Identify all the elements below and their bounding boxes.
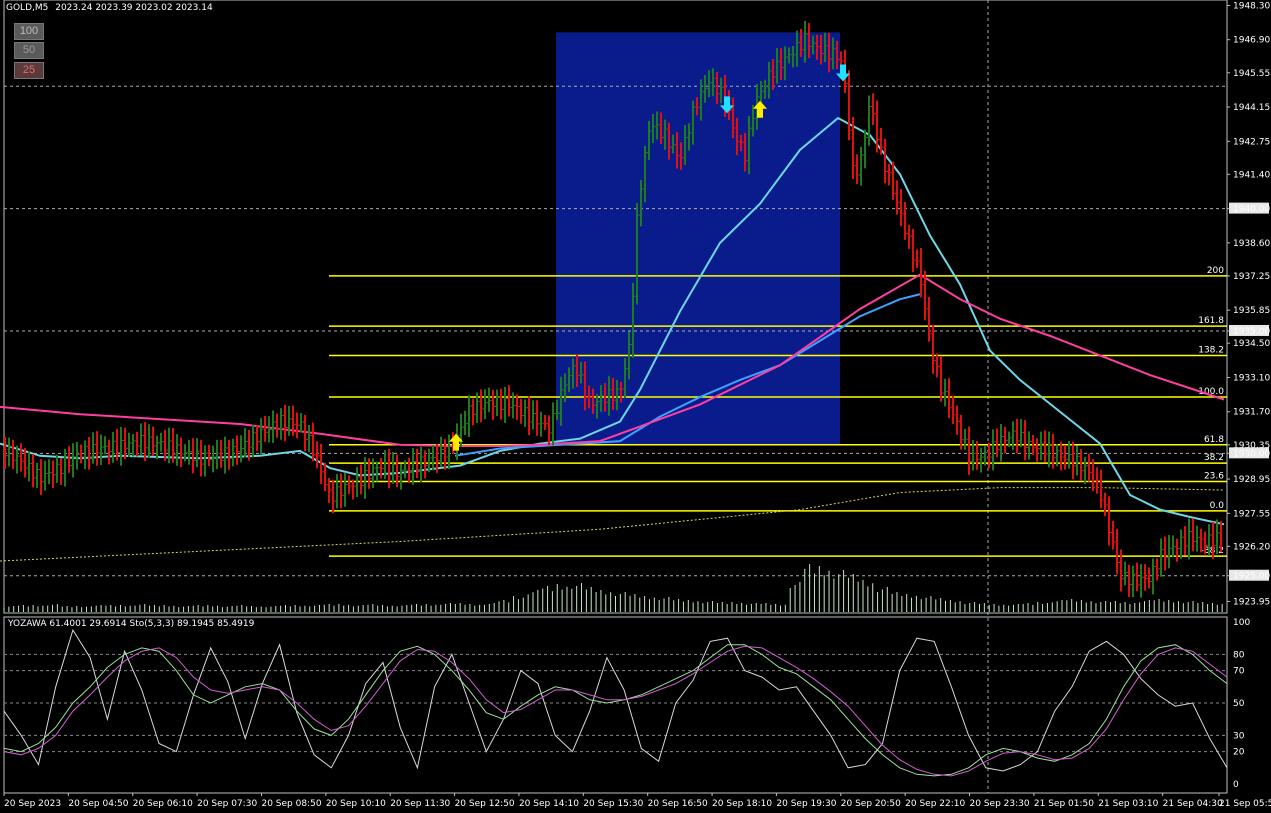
time-axis-label: 20 Sep 19:30: [776, 799, 836, 809]
price-axis-label: 1928.95: [1233, 475, 1270, 485]
time-axis-label: 20 Sep 11:30: [390, 799, 450, 809]
time-axis-label: 20 Sep 15:30: [583, 799, 643, 809]
price-axis-label: 1938.60: [1233, 239, 1270, 249]
price-axis-label: 1923.95: [1233, 597, 1270, 607]
price-axis-label: 1927.55: [1233, 509, 1270, 519]
time-axis-label: 20 Sep 20:50: [841, 799, 901, 809]
price-axis-label: 1942.75: [1233, 137, 1270, 147]
zoom-button-50[interactable]: 50: [14, 42, 44, 59]
price-axis-label: 1944.15: [1233, 103, 1270, 113]
indicator-title: YOZAWA 61.4001 29.6914 Sto(5,3,3) 89.194…: [8, 619, 255, 629]
oscillator-axis-label: 20: [1233, 748, 1245, 758]
time-axis-label: 21 Sep 03:10: [1098, 799, 1158, 809]
time-axis-label: 20 Sep 12:50: [455, 799, 515, 809]
fib-level-label: 200: [1207, 266, 1224, 276]
price-axis-label: 1935.00: [1233, 327, 1270, 337]
oscillator-axis-label: 70: [1233, 667, 1245, 677]
ohlc-values: 2023.24 2023.39 2023.02 2023.14: [55, 3, 213, 13]
fib-level-label: 161.8: [1198, 316, 1224, 326]
highlight-zone: [556, 32, 840, 445]
time-axis-label: 20 Sep 06:10: [133, 799, 193, 809]
price-axis-label: 1941.40: [1233, 170, 1270, 180]
chart-header: GOLD,M5 2023.24 2023.39 2023.02 2023.14: [6, 3, 213, 13]
time-axis-label: 20 Sep 2023: [4, 799, 61, 809]
time-axis-label: 20 Sep 23:30: [970, 799, 1030, 809]
moving-average-yellow-dashed: [0, 487, 1225, 562]
oscillator-line-2: [3, 645, 1228, 777]
symbol-timeframe: GOLD,M5: [6, 3, 49, 13]
time-axis-label: 20 Sep 10:10: [326, 799, 386, 809]
price-axis-label: 1925.00: [1233, 572, 1270, 582]
price-axis-label: 1930.00: [1233, 449, 1270, 459]
price-axis-label: 1946.90: [1233, 36, 1270, 46]
oscillator-axis-label: 50: [1233, 699, 1245, 709]
trading-chart[interactable]: 200161.8138.2100.061.838.223.60.0-38.219…: [0, 0, 1271, 813]
fib-level-label: 38.2: [1204, 453, 1224, 463]
time-axis-label: 20 Sep 22:10: [905, 799, 965, 809]
oscillator-axis-label: 100: [1233, 618, 1250, 628]
oscillator-axis-label: 30: [1233, 731, 1245, 741]
price-axis-label: 1937.25: [1233, 272, 1270, 282]
oscillator-axis-label: 80: [1233, 650, 1245, 660]
fib-level-label: 23.6: [1204, 472, 1224, 482]
price-axis-label: 1948.30: [1233, 1, 1270, 11]
fib-level-label: 61.8: [1204, 435, 1224, 445]
time-axis-label: 21 Sep 04:30: [1163, 799, 1223, 809]
price-axis-label: 1935.85: [1233, 306, 1270, 316]
time-axis-label: 21 Sep 05:50: [1219, 799, 1271, 809]
price-axis-label: 1933.10: [1233, 373, 1270, 383]
fib-level-label: 0.0: [1210, 501, 1225, 511]
price-axis-label: 1931.70: [1233, 408, 1270, 418]
time-axis-label: 20 Sep 14:10: [519, 799, 579, 809]
zoom-button-100[interactable]: 100: [14, 23, 44, 40]
price-axis-label: 1926.20: [1233, 542, 1270, 552]
time-axis-label: 20 Sep 07:30: [197, 799, 257, 809]
time-axis-label: 20 Sep 18:10: [712, 799, 772, 809]
price-axis-label: 1934.50: [1233, 339, 1270, 349]
zoom-button-25[interactable]: 25: [14, 62, 44, 79]
time-axis-label: 21 Sep 01:50: [1034, 799, 1094, 809]
price-axis-label: 1945.55: [1233, 69, 1270, 79]
oscillator-line-0: [3, 628, 1228, 772]
oscillator-axis-label: 0: [1233, 780, 1239, 790]
time-axis-label: 20 Sep 08:50: [261, 799, 321, 809]
time-axis-label: 20 Sep 16:50: [648, 799, 708, 809]
fib-level-label: 138.2: [1198, 345, 1224, 355]
oscillator-frame: [3, 616, 1228, 794]
time-axis-label: 20 Sep 04:50: [68, 799, 128, 809]
price-axis-label: 1940.00: [1233, 205, 1270, 215]
